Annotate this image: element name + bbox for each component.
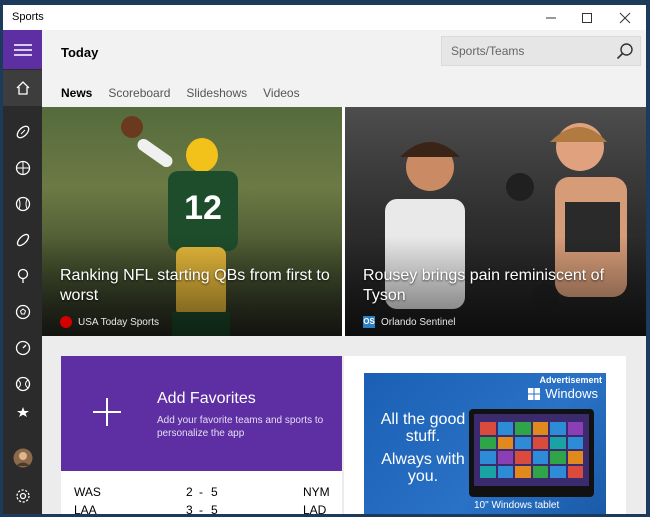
- menu-icon: [13, 43, 32, 56]
- app-header: Today News Scoreboard Slideshows Videos: [42, 30, 646, 107]
- title-bar: Sports: [3, 5, 646, 30]
- maximize-button[interactable]: [569, 5, 605, 30]
- nav-rugby[interactable]: [3, 222, 42, 258]
- minimize-icon: [546, 17, 556, 18]
- score-separator: -: [199, 503, 203, 514]
- ad-headline: All the good stuff.: [380, 411, 466, 445]
- golf-icon: [17, 268, 28, 283]
- tab-videos[interactable]: Videos: [263, 86, 299, 100]
- score-row[interactable]: WAS 2 - 5 NYM: [61, 485, 342, 503]
- ad-brand: Windows: [528, 386, 598, 401]
- racing-icon: [15, 340, 30, 356]
- soccer-icon: [15, 304, 30, 320]
- nav-favorites[interactable]: [3, 402, 42, 422]
- minimize-button[interactable]: [533, 5, 569, 30]
- away-score: 5: [211, 503, 218, 514]
- home-score: 2: [186, 485, 193, 499]
- hero-source-label: USA Today Sports: [78, 316, 159, 328]
- nav-golf[interactable]: [3, 258, 42, 294]
- tennis-icon: [15, 376, 30, 392]
- maximize-icon: [582, 12, 592, 23]
- settings-icon: [15, 489, 30, 503]
- ad-tagline: Always with you.: [381, 451, 465, 485]
- favorites-card: Add Favorites Add your favorite teams an…: [61, 356, 342, 514]
- svg-text:12: 12: [184, 189, 222, 227]
- hamburger-menu-button[interactable]: [3, 30, 42, 69]
- football-icon: [16, 125, 29, 139]
- ad-card: Advertisement Windows All the good stuff…: [344, 356, 626, 514]
- hero-story-ufc[interactable]: Rousey brings pain reminiscent of Tyson …: [345, 107, 646, 336]
- favorites-title: Add Favorites: [157, 390, 256, 407]
- score-row[interactable]: LAA 3 - 5 LAD: [61, 503, 342, 514]
- favorite-icon: [16, 407, 29, 417]
- windows-logo-icon: [528, 387, 541, 400]
- rugby-icon: [16, 233, 29, 247]
- away-team: NYM: [303, 485, 330, 499]
- hero-caption[interactable]: Ranking NFL starting QBs from first to w…: [60, 266, 330, 306]
- search-input[interactable]: [442, 37, 607, 65]
- tab-news[interactable]: News: [61, 86, 92, 100]
- nav-football[interactable]: [3, 114, 42, 150]
- close-button[interactable]: [607, 5, 643, 30]
- window-title: Sports: [12, 11, 44, 23]
- user-avatar-button[interactable]: [3, 440, 42, 476]
- page-title: Today: [61, 45, 99, 60]
- usa-today-logo: [60, 316, 72, 328]
- ad-label: Advertisement: [539, 375, 602, 385]
- tab-scoreboard[interactable]: Scoreboard: [108, 86, 170, 100]
- hero-source: OS Orlando Sentinel: [363, 316, 456, 328]
- home-team: WAS: [74, 485, 101, 499]
- nav-soccer[interactable]: [3, 294, 42, 330]
- hero-caption[interactable]: Rousey brings pain reminiscent of Tyson: [363, 266, 633, 306]
- nav-home[interactable]: [3, 70, 42, 106]
- hero-story-nfl[interactable]: 12 Ranking NFL starting QBs from first t…: [42, 107, 342, 336]
- home-team: LAA: [74, 503, 97, 514]
- nav-settings[interactable]: [3, 478, 42, 514]
- away-team: LAD: [303, 503, 327, 514]
- ad-brand-label: Windows: [545, 386, 598, 401]
- close-icon: [619, 12, 631, 23]
- tab-slideshows[interactable]: Slideshows: [186, 86, 247, 100]
- add-favorites-button[interactable]: Add Favorites Add your favorite teams an…: [61, 356, 342, 471]
- nav-racing[interactable]: [3, 330, 42, 366]
- basketball-icon: [15, 160, 30, 176]
- section-tabs: News Scoreboard Slideshows Videos: [61, 86, 316, 100]
- search-icon[interactable]: [616, 42, 634, 60]
- left-nav-rail: [3, 30, 42, 514]
- ad-footer: 10" Windows tablet: [474, 500, 560, 511]
- score-separator: -: [199, 485, 203, 499]
- home-score: 3: [186, 503, 193, 514]
- search-box[interactable]: [441, 36, 641, 66]
- orlando-sentinel-logo: OS: [363, 316, 375, 328]
- hero-source: USA Today Sports: [60, 316, 159, 328]
- plus-icon: [93, 398, 121, 426]
- advertisement-banner[interactable]: Advertisement Windows All the good stuff…: [364, 373, 606, 514]
- favorites-subtitle: Add your favorite teams and sports to pe…: [157, 415, 324, 439]
- content-area: Add Favorites Add your favorite teams an…: [42, 336, 646, 514]
- baseball-icon: [15, 196, 30, 212]
- tablet-image: [469, 409, 594, 497]
- nav-tennis[interactable]: [3, 366, 42, 402]
- away-score: 5: [211, 485, 218, 499]
- user-avatar: [13, 448, 32, 468]
- app-window: Sports Today Sports/Teams News Scoreboar…: [3, 5, 646, 514]
- nav-basketball[interactable]: [3, 150, 42, 186]
- nav-baseball[interactable]: [3, 186, 42, 222]
- home-icon: [16, 81, 29, 95]
- hero-source-label: Orlando Sentinel: [381, 316, 456, 328]
